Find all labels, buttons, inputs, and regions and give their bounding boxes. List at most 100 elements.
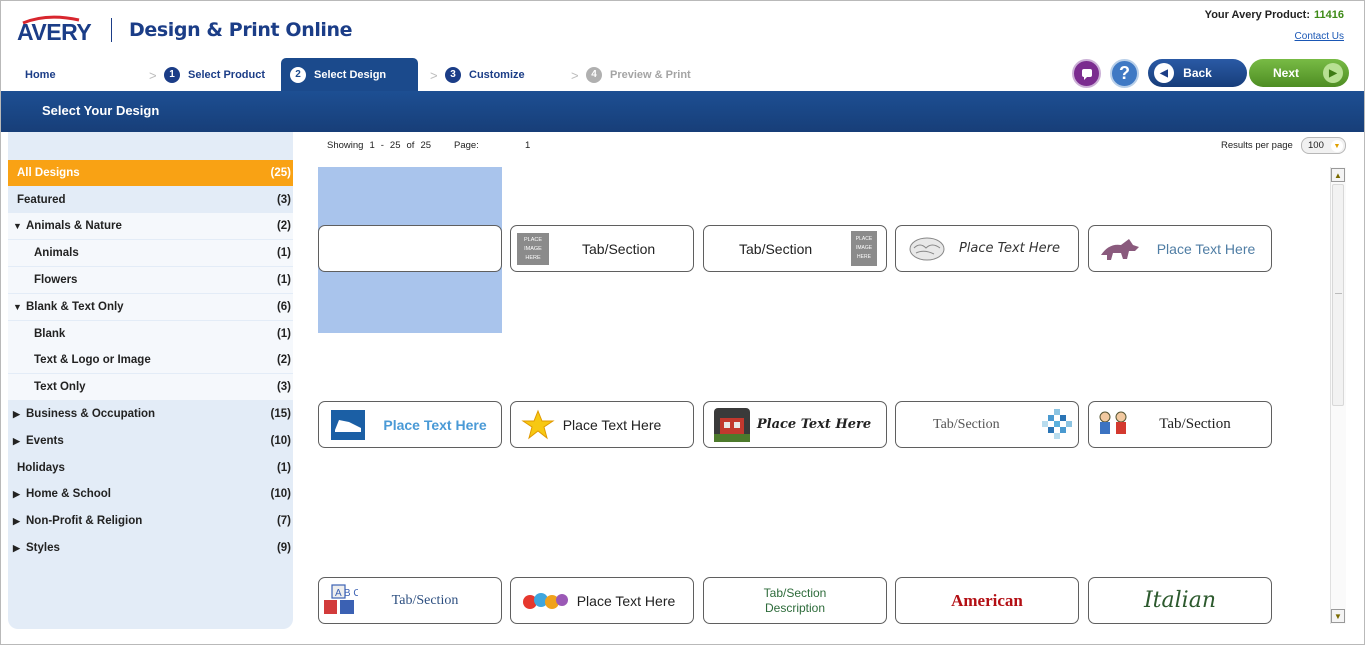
logo-wordmark: AVERY [17, 19, 92, 45]
scroll-up-button[interactable]: ▲ [1331, 168, 1345, 182]
category-home-school[interactable]: ▶ Home & School (10) [8, 481, 293, 507]
design-tile[interactable]: Place Text Here [318, 401, 502, 448]
results-per-page-select[interactable]: 100 ▼ [1301, 137, 1346, 154]
triangle-right-icon: ▶ [13, 408, 20, 419]
category-count: (2) [276, 220, 291, 232]
step-number: 3 [445, 66, 461, 83]
avery-logo[interactable]: AVERY [17, 15, 95, 47]
category-label: Text & Logo or Image [34, 354, 151, 366]
chat-button[interactable] [1072, 59, 1101, 88]
step-home-label: Home [25, 68, 56, 81]
category-count: (7) [276, 515, 291, 527]
category-label: Blank [34, 328, 66, 340]
design-tile[interactable]: Place Text Here [510, 577, 694, 624]
triangle-down-icon: ▼ [13, 221, 22, 231]
tile-text: Tab/Section [933, 416, 1000, 432]
help-button[interactable]: ? [1110, 59, 1139, 88]
back-button[interactable]: ◀ Back [1148, 59, 1247, 87]
design-tile[interactable]: Tab/Section PLACE IMAGE HERE [703, 225, 887, 272]
scroll-grip [1335, 293, 1342, 294]
tile-text: Place Text Here [756, 417, 872, 432]
category-count: (9) [276, 542, 291, 554]
category-count: (1) [276, 247, 291, 259]
tile-text: Italian [1143, 588, 1216, 613]
category-styles[interactable]: ▶ Styles (9) [8, 535, 293, 561]
category-label: Styles [26, 542, 60, 554]
step-select-design[interactable]: 2 Select Design [281, 58, 418, 91]
step-home[interactable]: Home [25, 58, 56, 91]
step-number: 1 [164, 66, 180, 83]
step-preview-print[interactable]: > 4 Preview & Print [571, 58, 691, 91]
triangle-right-icon: ▶ [13, 435, 20, 446]
design-tile[interactable]: PLACE IMAGE HERE Tab/Section [510, 225, 694, 272]
tile-text: Tab/Section [391, 592, 459, 608]
category-label: Flowers [34, 274, 78, 286]
design-tile[interactable]: A B C Tab/Section [318, 577, 502, 624]
category-label: Animals & Nature [26, 220, 122, 232]
design-tile[interactable]: Tab/Section Description [703, 577, 887, 624]
step-label: Preview & Print [610, 68, 691, 81]
showing-label: Showing [327, 140, 364, 151]
design-tile[interactable]: American [895, 577, 1079, 624]
sneaker-icon [331, 410, 365, 440]
design-tile-blank[interactable] [318, 225, 502, 272]
category-holidays[interactable]: Holidays (1) [8, 455, 293, 481]
category-business-occupation[interactable]: ▶ Business & Occupation (15) [8, 401, 293, 427]
step-customize[interactable]: > 3 Customize [430, 58, 525, 91]
range-to: 25 [389, 140, 401, 151]
results-range: Showing 1-25 of 25 [327, 140, 437, 151]
category-events[interactable]: ▶ Events (10) [8, 428, 293, 454]
section-bar: Select Your Design [1, 91, 1364, 132]
chevron-right-icon: > [149, 68, 157, 83]
category-blank-text-only[interactable]: ▼ Blank & Text Only (6) [8, 294, 293, 320]
design-tile[interactable]: Place Text Here [1088, 225, 1272, 272]
tile-text: Place Text Here [958, 241, 1061, 256]
category-label: Text Only [34, 381, 86, 393]
tile-text: Place Text Here [383, 416, 487, 433]
design-tile[interactable]: Place Text Here [510, 401, 694, 448]
page-number: 1 [525, 140, 531, 151]
category-featured[interactable]: Featured (3) [8, 187, 293, 213]
mosaic-pattern-icon [1042, 409, 1072, 439]
category-animals[interactable]: Animals (1) [8, 240, 293, 266]
category-text-only[interactable]: Text Only (3) [8, 374, 293, 400]
category-label: Non-Profit & Religion [26, 515, 143, 527]
step-label: Select Product [188, 68, 266, 81]
app-window: AVERY Design & Print Online Your Avery P… [0, 0, 1365, 645]
block-letters: A B C [335, 588, 358, 599]
abc-blocks-icon: A B C [324, 584, 358, 614]
step-label: Customize [469, 68, 525, 81]
category-animals-nature[interactable]: ▼ Animals & Nature (2) [8, 213, 293, 239]
design-tile[interactable]: Place Text Here [895, 225, 1079, 272]
range-from: 1 [369, 140, 375, 151]
category-blank[interactable]: Blank (1) [8, 321, 293, 347]
step-select-product[interactable]: > 1 Select Product [149, 58, 266, 91]
scroll-thumb[interactable] [1332, 184, 1344, 406]
category-count: (10) [270, 435, 291, 447]
design-tile[interactable]: Italian [1088, 577, 1272, 624]
children-icon [1099, 411, 1127, 434]
tile-text: Tab/Section [582, 240, 656, 257]
tile-text: American [951, 590, 1023, 610]
range-total: 25 [420, 140, 432, 151]
dropdown-arrow-icon: ▼ [1331, 140, 1343, 152]
next-button[interactable]: Next ▶ [1249, 59, 1349, 87]
design-tile[interactable]: Place Text Here [703, 401, 887, 448]
category-sidebar: All Designs (25) Featured (3) ▼ Animals … [8, 132, 293, 629]
range-dash: - [380, 140, 384, 151]
category-all-designs[interactable]: All Designs (25) [8, 160, 293, 186]
product-info: Your Avery Product: 11416 [1205, 9, 1344, 21]
scroll-down-button[interactable]: ▼ [1331, 609, 1345, 623]
design-tile[interactable]: Tab/Section [895, 401, 1079, 448]
triangle-right-icon: ▶ [13, 488, 20, 499]
category-flowers[interactable]: Flowers (1) [8, 267, 293, 293]
next-button-label: Next [1273, 66, 1300, 80]
category-nonprofit-religion[interactable]: ▶ Non-Profit & Religion (7) [8, 508, 293, 534]
design-tile[interactable]: Tab/Section [1088, 401, 1272, 448]
category-count: (3) [276, 194, 291, 206]
category-text-logo-image[interactable]: Text & Logo or Image (2) [8, 347, 293, 373]
triangle-right-icon: ▶ [13, 515, 20, 526]
tile-subtext: Description [764, 600, 826, 615]
step-label: Select Design [314, 68, 387, 81]
contact-us-link[interactable]: Contact Us [1295, 31, 1344, 42]
